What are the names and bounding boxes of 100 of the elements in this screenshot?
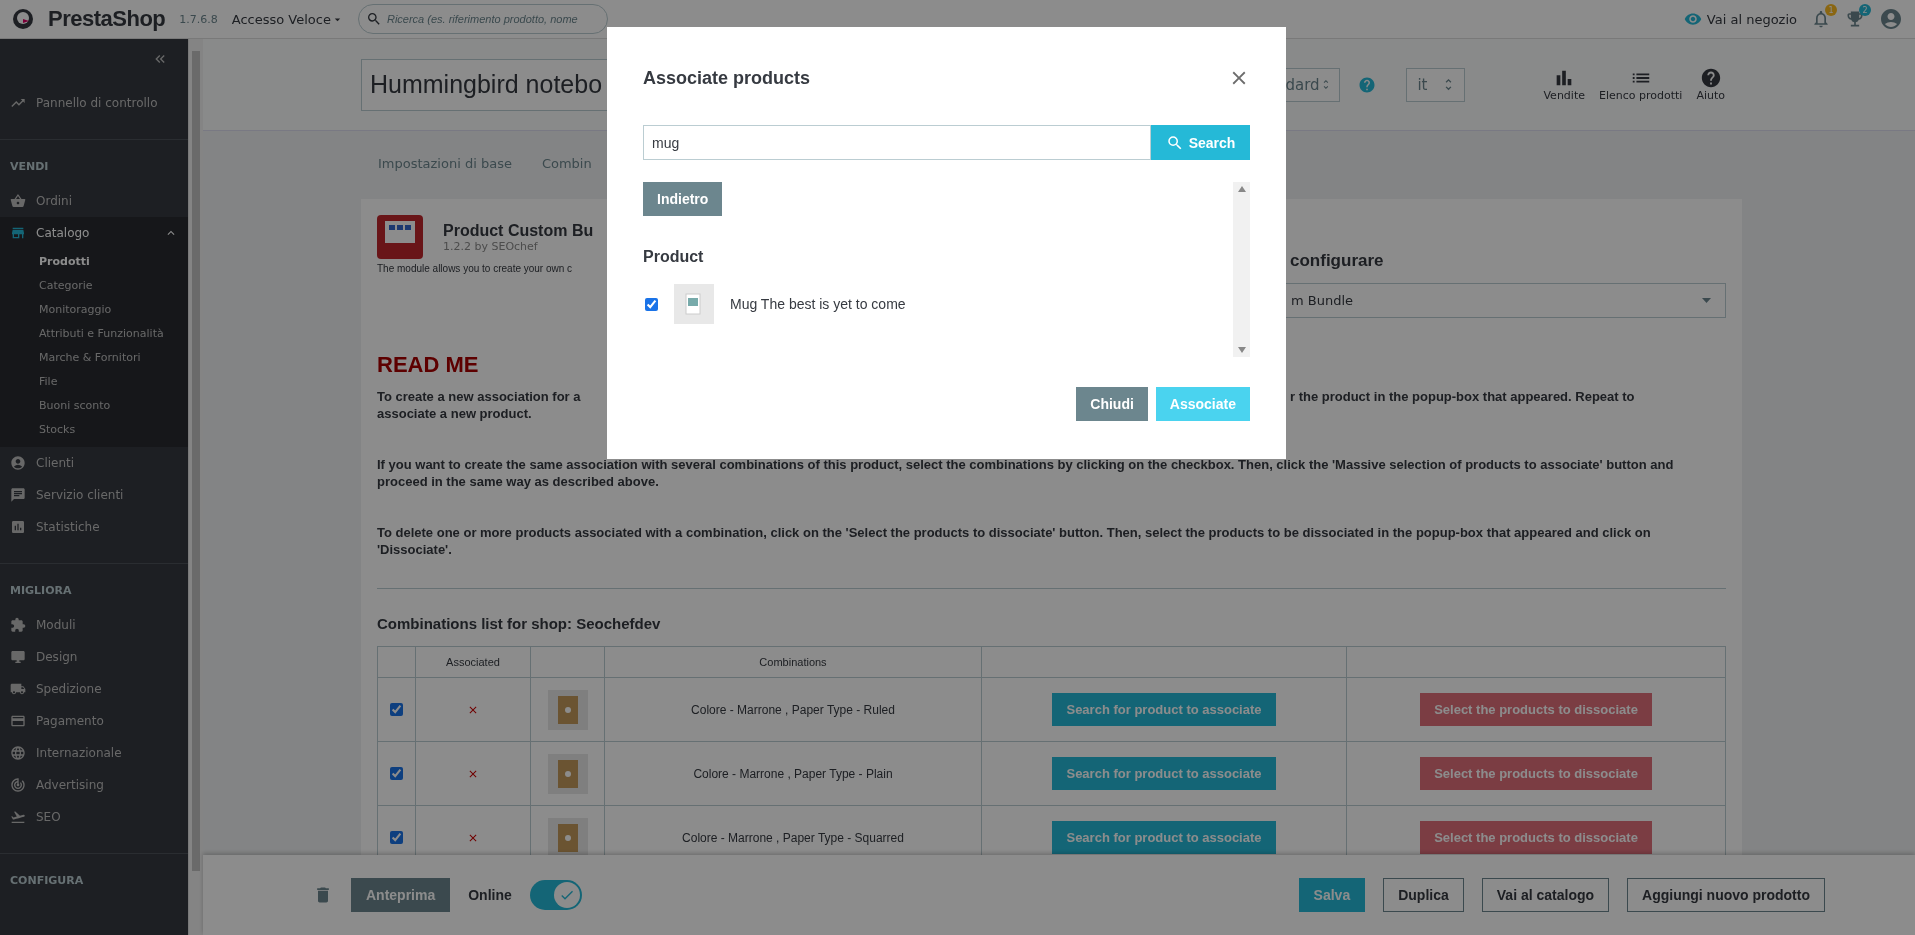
monitor-icon xyxy=(10,649,26,665)
sidebar-item[interactable]: Pannello di controllo xyxy=(0,87,188,119)
scrollbar[interactable] xyxy=(1233,182,1250,357)
sidebar-item[interactable]: Ordini xyxy=(0,185,188,217)
header-action-link[interactable]: Aiuto xyxy=(1696,67,1725,102)
header-action-link[interactable]: Vendite xyxy=(1543,67,1585,102)
sidebar-item[interactable]: Pagamento xyxy=(0,705,188,737)
scrollbar-thumb[interactable] xyxy=(192,51,200,871)
sidebar-section-title: VENDI xyxy=(9,159,50,175)
footer-button[interactable]: Aggiungi nuovo prodotto xyxy=(1627,878,1825,912)
scroll-up-icon[interactable] xyxy=(1237,186,1246,192)
mug-thumbnail xyxy=(674,284,714,324)
module-version: 1.2.2 by SEOchef xyxy=(443,239,539,253)
caret-icon xyxy=(1702,298,1711,303)
preview-button[interactable]: Anteprima xyxy=(351,878,451,912)
notification-badge: 1 xyxy=(1825,4,1837,16)
search-field[interactable]: Ricerca (es. riferimento prodotto, nome xyxy=(357,4,608,34)
truck-icon xyxy=(10,681,26,697)
quick-access-menu[interactable]: Accesso Veloce xyxy=(231,11,344,27)
column-header: Associated xyxy=(416,647,531,677)
row-checkbox[interactable] xyxy=(390,831,403,844)
sidebar-subitem[interactable]: Marche & Fornitori xyxy=(0,345,188,369)
notification-badge: 2 xyxy=(1859,4,1871,16)
basket-icon xyxy=(10,193,26,209)
plane-icon xyxy=(10,809,26,825)
readme-paragraph: If you want to create the same association with several combinations of this product, select the combinations by clicking on the checkbox. Then, click the 'Massive selection of products to associate' button and proceed in the same way as described above. xyxy=(377,456,1675,490)
readme-title: READ ME xyxy=(377,352,480,378)
sidebar-subitem[interactable]: Attributi e Funzionalità xyxy=(0,321,188,345)
product-name: Mug The best is yet to come xyxy=(730,296,906,312)
sidebar-item[interactable]: SEO xyxy=(0,801,188,833)
header-action-link[interactable]: Elenco prodotti xyxy=(1598,67,1683,102)
notebook-thumbnail xyxy=(547,689,588,730)
row-checkbox[interactable] xyxy=(390,767,403,780)
scroll-down-icon[interactable] xyxy=(1237,347,1246,353)
chart-icon xyxy=(10,519,26,535)
config-title: configurare xyxy=(1290,251,1385,271)
column-header: Combinations xyxy=(605,647,982,677)
trophy-icon[interactable] xyxy=(1845,9,1865,29)
eye-icon xyxy=(1683,10,1702,28)
sidebar-item[interactable]: Moduli xyxy=(0,609,188,641)
store-link[interactable]: Vai al negozio xyxy=(1683,10,1797,28)
language-select[interactable]: it xyxy=(1406,67,1466,102)
dissociate-button[interactable]: Select the products to dissociate xyxy=(1420,693,1652,726)
sidebar-item[interactable]: Servizio clienti xyxy=(0,479,188,511)
footer-button[interactable]: Duplica xyxy=(1383,878,1464,912)
sidebar-item[interactable]: Spedizione xyxy=(0,673,188,705)
store-icon xyxy=(10,225,26,241)
combination-cell: Colore - Marrone , Paper Type - Plain xyxy=(605,742,982,805)
readme-paragraph: r the product in the popup-box that appeared. Repeat to xyxy=(1290,388,1635,405)
dialog-title: Associate products xyxy=(643,67,811,89)
globe-icon xyxy=(10,745,26,761)
module-name: Product Custom Bu xyxy=(443,221,594,240)
sidebar-item[interactable]: Internazionale xyxy=(0,737,188,769)
online-toggle[interactable] xyxy=(529,880,582,910)
readme-paragraph: To delete one or more products associated with a combination, click on the 'Select the products to dissociate' button. Then, select the products to be dissociated in the popup-box that appeared and click on 'Dissociate'. xyxy=(377,524,1652,558)
combination-cell: Colore - Marrone , Paper Type - Ruled xyxy=(605,678,982,741)
version-label: 1.7.6.8 xyxy=(179,12,218,26)
footer-button[interactable]: Vai al catalogo xyxy=(1481,878,1610,912)
search-icon xyxy=(1165,133,1184,152)
dialog-button[interactable]: Associate xyxy=(1155,387,1250,421)
bell-icon[interactable] xyxy=(1811,9,1831,29)
product-checkbox[interactable] xyxy=(645,297,658,311)
associate-search-button[interactable]: Search for product to associate xyxy=(1052,757,1276,790)
search-input[interactable]: mug xyxy=(643,125,1151,160)
sidebar-item[interactable]: Design xyxy=(0,641,188,673)
sidebar-section-title: MIGLIORA xyxy=(9,583,73,599)
search-button[interactable]: Search xyxy=(1151,125,1250,160)
readme-paragraph: To create a new association for a xyxy=(377,388,581,405)
sidebar-item[interactable]: Clienti xyxy=(0,447,188,479)
back-button[interactable]: Indietro xyxy=(643,182,723,216)
sidebar-item[interactable]: Statistiche xyxy=(0,511,188,543)
combinations-title: Combinations list for shop: Seochefdev xyxy=(377,615,662,632)
card-icon xyxy=(10,713,26,729)
module-logo-icon xyxy=(377,215,423,259)
footer-button[interactable]: Salva xyxy=(1298,878,1366,912)
readme-paragraph: associate a new product. xyxy=(377,405,533,422)
row-checkbox[interactable] xyxy=(390,703,403,716)
sidebar-section-title: CONFIGURA xyxy=(9,873,85,889)
logo-text[interactable]: PrestaShop xyxy=(48,6,166,32)
online-label: Online xyxy=(468,887,512,903)
notebook-thumbnail xyxy=(547,753,588,794)
sidebar-subitem[interactable]: Prodotti xyxy=(0,249,188,273)
help-icon[interactable] xyxy=(1358,75,1377,94)
chat-icon xyxy=(10,487,26,503)
sidebar-subitem[interactable]: Monitoraggio xyxy=(0,297,188,321)
avatar-icon[interactable] xyxy=(1879,7,1903,31)
sidebar-subitem[interactable]: Categorie xyxy=(0,273,188,297)
sidebar-subitem[interactable]: Stocks xyxy=(0,417,188,441)
associate-search-button[interactable]: Search for product to associate xyxy=(1052,821,1276,854)
dissociate-button[interactable]: Select the products to dissociate xyxy=(1420,757,1652,790)
sidebar-subitem[interactable]: Buoni sconto xyxy=(0,393,188,417)
dialog-button[interactable]: Chiudi xyxy=(1076,387,1148,421)
product-tab[interactable]: Combin xyxy=(541,150,592,180)
dissociate-button[interactable]: Select the products to dissociate xyxy=(1420,821,1652,854)
module-description: The module allows you to create your own c xyxy=(377,263,574,274)
sidebar-subitem[interactable]: File xyxy=(0,369,188,393)
product-tab[interactable]: Impostazioni di base xyxy=(378,150,512,180)
sidebar-item[interactable]: Advertising xyxy=(0,769,188,801)
section-heading: Product xyxy=(643,248,704,266)
associate-search-button[interactable]: Search for product to associate xyxy=(1052,693,1276,726)
